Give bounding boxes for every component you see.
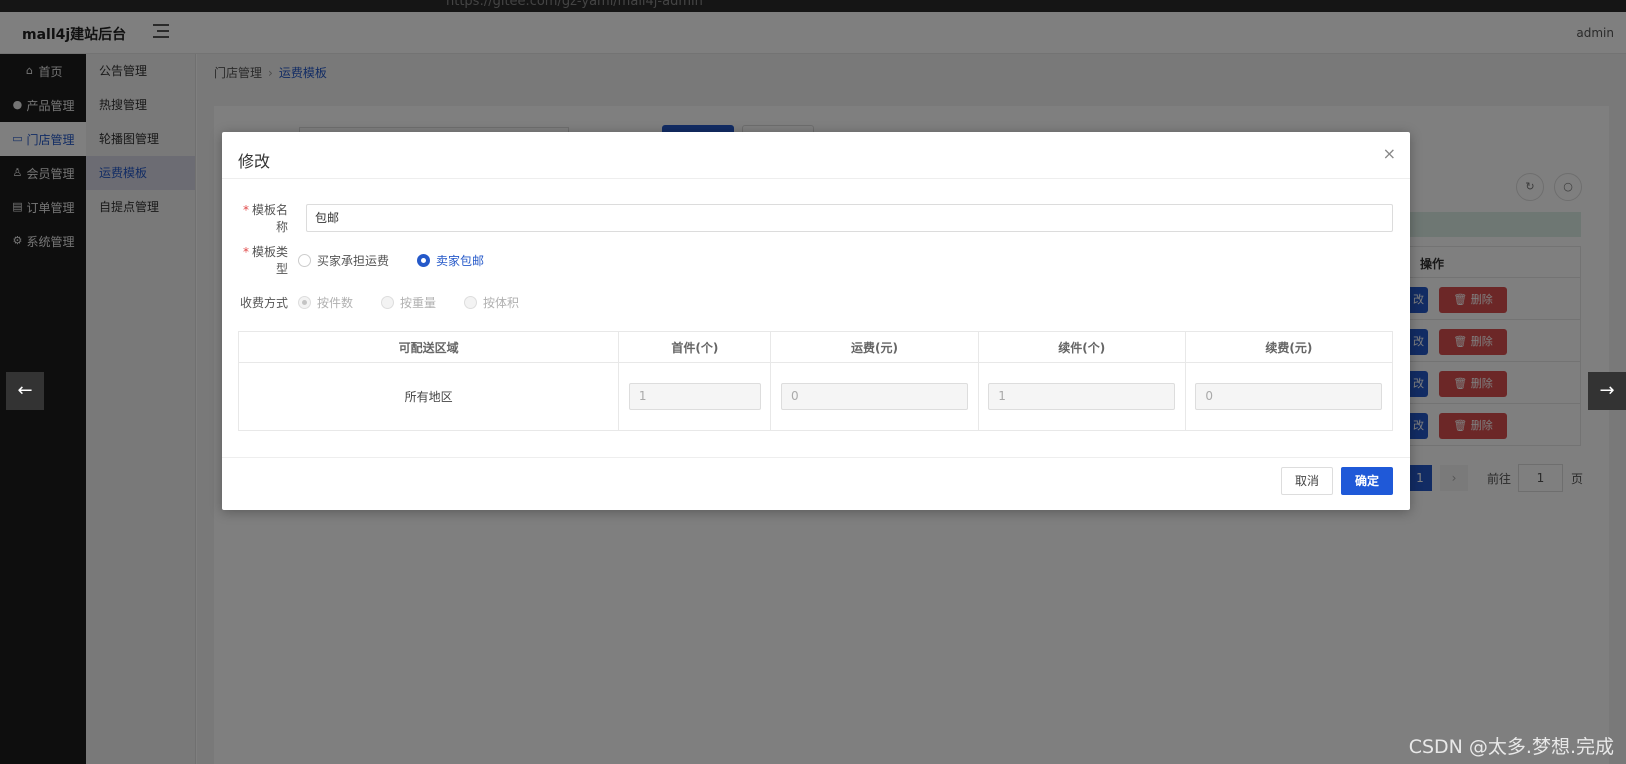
- radio-icon: [464, 295, 478, 309]
- extra-fee-input[interactable]: 0: [1195, 383, 1383, 410]
- charge-option-by-weight[interactable]: 按重量: [381, 294, 436, 311]
- extra-fee-cell: 0: [1184, 362, 1394, 431]
- radio-label: 买家承担运费: [317, 253, 390, 268]
- first-fee-input[interactable]: 0: [781, 383, 969, 410]
- template-name-label-text: 模板名称: [251, 203, 288, 234]
- col-region: 可配送区域: [237, 331, 620, 363]
- edit-dialog: 修改 × * 模板名称 包邮 * 模板类型 买家承担运费 卖家包邮 收费方式 按件数…: [222, 132, 1410, 510]
- col-first-piece: 首件(个): [618, 331, 772, 363]
- radio-label: 卖家包邮: [436, 253, 485, 268]
- first-piece-input[interactable]: 1: [628, 383, 761, 410]
- template-name-input[interactable]: 包邮: [306, 204, 1393, 232]
- col-first-fee: 运费(元): [770, 331, 979, 363]
- fee-table-header: 可配送区域 首件(个) 运费(元) 续件(个) 续费(元): [237, 331, 1394, 363]
- radio-checked-icon: [298, 295, 311, 309]
- charge-method-row: 收费方式 按件数 按重量 按体积: [238, 288, 547, 316]
- col-extra-fee: 续费(元): [1184, 331, 1394, 363]
- dialog-header: 修改 ×: [222, 132, 1410, 179]
- extra-piece-cell: 1: [977, 362, 1186, 431]
- radio-label: 按件数: [317, 295, 354, 310]
- col-extra-piece: 续件(个): [977, 331, 1186, 363]
- dialog-title: 修改: [238, 152, 271, 171]
- template-name-label: * 模板名称: [238, 201, 298, 235]
- radio-icon: [381, 295, 395, 309]
- cancel-button[interactable]: 取消: [1281, 467, 1333, 495]
- charge-method-label: 收费方式: [239, 295, 288, 310]
- region-cell: 所有地区: [237, 362, 620, 431]
- required-mark: *: [242, 203, 249, 217]
- radio-icon: [298, 253, 311, 267]
- table-row: 所有地区 1 0 1 0: [237, 362, 1394, 431]
- type-option-buyer-pays[interactable]: 买家承担运费: [298, 252, 389, 269]
- fee-table: 可配送区域 首件(个) 运费(元) 续件(个) 续费(元) 所有地区 1 0 1…: [237, 331, 1394, 431]
- template-type-row: * 模板类型 买家承担运费 卖家包邮: [238, 243, 512, 277]
- extra-piece-input[interactable]: 1: [988, 383, 1176, 410]
- charge-option-by-volume[interactable]: 按体积: [464, 294, 519, 311]
- arrow-left-icon[interactable]: ←: [6, 372, 44, 410]
- close-icon[interactable]: ×: [1383, 146, 1396, 162]
- template-name-row: * 模板名称: [238, 201, 298, 235]
- template-type-label: * 模板类型: [238, 243, 298, 277]
- dialog-footer: 取消 确定: [222, 457, 1410, 510]
- radio-label: 按重量: [400, 295, 437, 310]
- first-piece-cell: 1: [618, 362, 772, 431]
- type-option-free-shipping[interactable]: 卖家包邮: [417, 252, 484, 269]
- confirm-button[interactable]: 确定: [1341, 467, 1393, 495]
- watermark: CSDN @太多.梦想.完成: [1408, 736, 1614, 758]
- radio-checked-icon: [417, 253, 431, 267]
- first-fee-cell: 0: [770, 362, 979, 431]
- radio-label: 按体积: [483, 295, 520, 310]
- template-type-label-text: 模板类型: [251, 245, 288, 276]
- arrow-right-icon[interactable]: →: [1588, 372, 1626, 410]
- required-mark: *: [242, 245, 249, 259]
- charge-option-by-piece[interactable]: 按件数: [298, 294, 353, 311]
